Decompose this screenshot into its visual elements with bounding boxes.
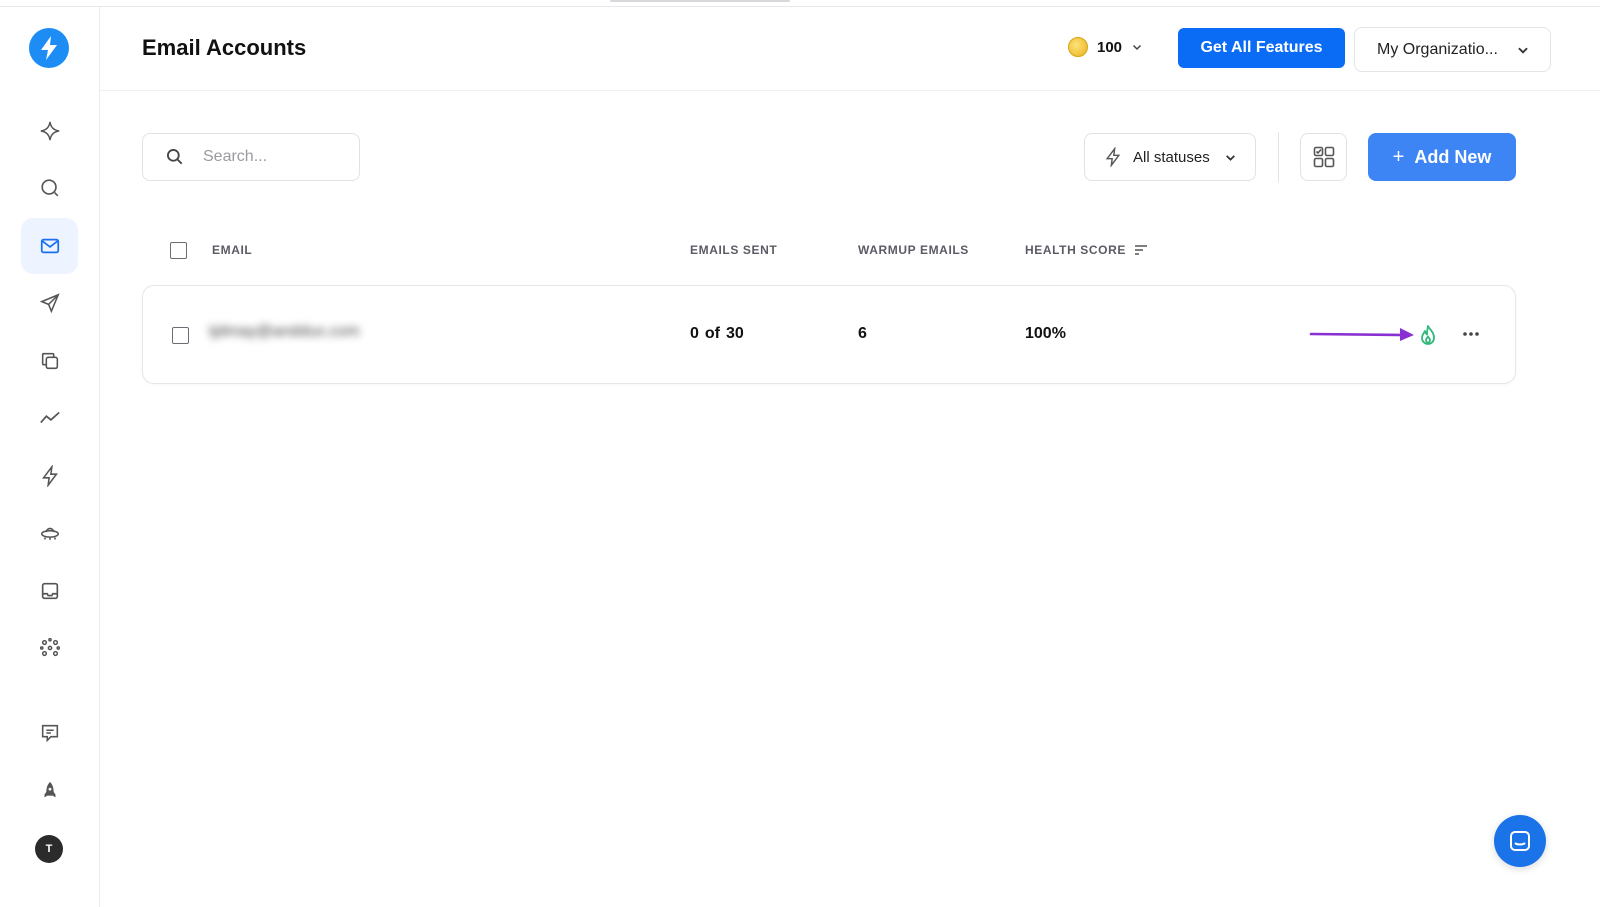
row-checkbox[interactable] [172, 327, 189, 344]
column-header-health-score[interactable]: HEALTH SCORE [1025, 243, 1148, 257]
sent-of: of [704, 325, 721, 342]
sidebar-item-launch[interactable] [21, 763, 78, 819]
search-icon [167, 149, 183, 165]
health-score-label: HEALTH SCORE [1025, 243, 1126, 257]
page-title: Email Accounts [142, 35, 307, 60]
warmup-flame-icon[interactable] [1417, 324, 1439, 348]
get-all-features-button[interactable]: Get All Features [1178, 28, 1345, 68]
sidebar-item-email-accounts[interactable] [21, 218, 78, 274]
add-new-button[interactable]: + Add New [1368, 133, 1516, 181]
send-icon [39, 293, 60, 314]
warmup-emails-value: 6 [858, 325, 867, 342]
chevron-down-icon [1225, 154, 1235, 161]
more-horizontal-icon [1463, 332, 1479, 336]
more-options-button[interactable] [1459, 322, 1483, 346]
plus-icon: + [1392, 145, 1405, 168]
column-header-emails-sent: EMAILS SENT [690, 243, 778, 257]
sidebar-item-search[interactable] [21, 160, 78, 216]
sidebar: T [0, 7, 100, 907]
sidebar-item-campaigns[interactable] [21, 275, 78, 331]
coin-icon [1068, 37, 1088, 57]
rocket-icon [44, 781, 55, 798]
sent-count: 0 [690, 325, 699, 342]
organization-dropdown[interactable]: My Organizatio... [1354, 27, 1551, 72]
credits-dropdown[interactable]: 100 [1068, 37, 1143, 57]
chat-launcher-button[interactable] [1494, 815, 1546, 867]
status-filter-dropdown[interactable]: All statuses [1084, 133, 1256, 181]
select-all-checkbox[interactable] [170, 242, 187, 259]
ufo-icon [40, 527, 59, 540]
chat-icon [1510, 831, 1530, 851]
inbox-icon [41, 582, 58, 600]
sidebar-item-sparkle[interactable] [21, 103, 78, 159]
table-row[interactable]: tjdmay@anddux.com 0 of 30 6 100% [142, 285, 1516, 384]
search-input[interactable] [203, 148, 343, 166]
add-new-label: Add New [1414, 146, 1492, 167]
user-avatar[interactable]: T [35, 835, 63, 863]
column-header-warmup-emails: WARMUP EMAILS [858, 243, 969, 257]
sidebar-item-ufo[interactable] [21, 505, 78, 561]
sidebar-item-templates[interactable] [21, 333, 78, 389]
mail-icon [40, 238, 59, 254]
annotation-arrow-icon [1309, 328, 1414, 341]
browser-top-strip [0, 0, 1600, 7]
sidebar-item-analytics[interactable] [21, 390, 78, 446]
tab-indicator [610, 0, 790, 2]
network-icon [39, 637, 60, 657]
health-score-value: 100% [1025, 325, 1066, 342]
trend-icon [39, 411, 60, 424]
bolt-icon [1105, 147, 1121, 167]
sort-icon[interactable] [1134, 244, 1148, 256]
email-address[interactable]: tjdmay@anddux.com [209, 323, 360, 341]
app-logo-icon[interactable] [29, 28, 69, 68]
sent-limit: 30 [726, 325, 744, 342]
sidebar-item-integrations[interactable] [21, 620, 78, 676]
bolt-icon [41, 465, 58, 487]
credits-count: 100 [1097, 38, 1123, 56]
column-header-email: EMAIL [212, 243, 253, 257]
sidebar-item-inbox[interactable] [21, 563, 78, 619]
bulk-select-button[interactable] [1300, 133, 1347, 181]
organization-name: My Organizatio... [1377, 40, 1498, 58]
chevron-down-icon [1518, 47, 1528, 54]
status-filter-label: All statuses [1133, 148, 1210, 166]
feedback-icon [41, 724, 58, 743]
page-header: Email Accounts 100 Get All Features My O… [100, 7, 1600, 91]
search-box[interactable] [142, 133, 360, 181]
emails-sent-value: 0 of 30 [690, 325, 744, 343]
sidebar-item-feedback[interactable] [21, 705, 78, 761]
copy-icon [41, 352, 58, 370]
grid-check-icon [1313, 146, 1334, 168]
search-icon [40, 179, 58, 197]
sidebar-item-automations[interactable] [21, 448, 78, 504]
chevron-down-icon [1133, 44, 1142, 51]
toolbar-divider [1278, 132, 1279, 182]
sparkle-icon [40, 121, 59, 141]
